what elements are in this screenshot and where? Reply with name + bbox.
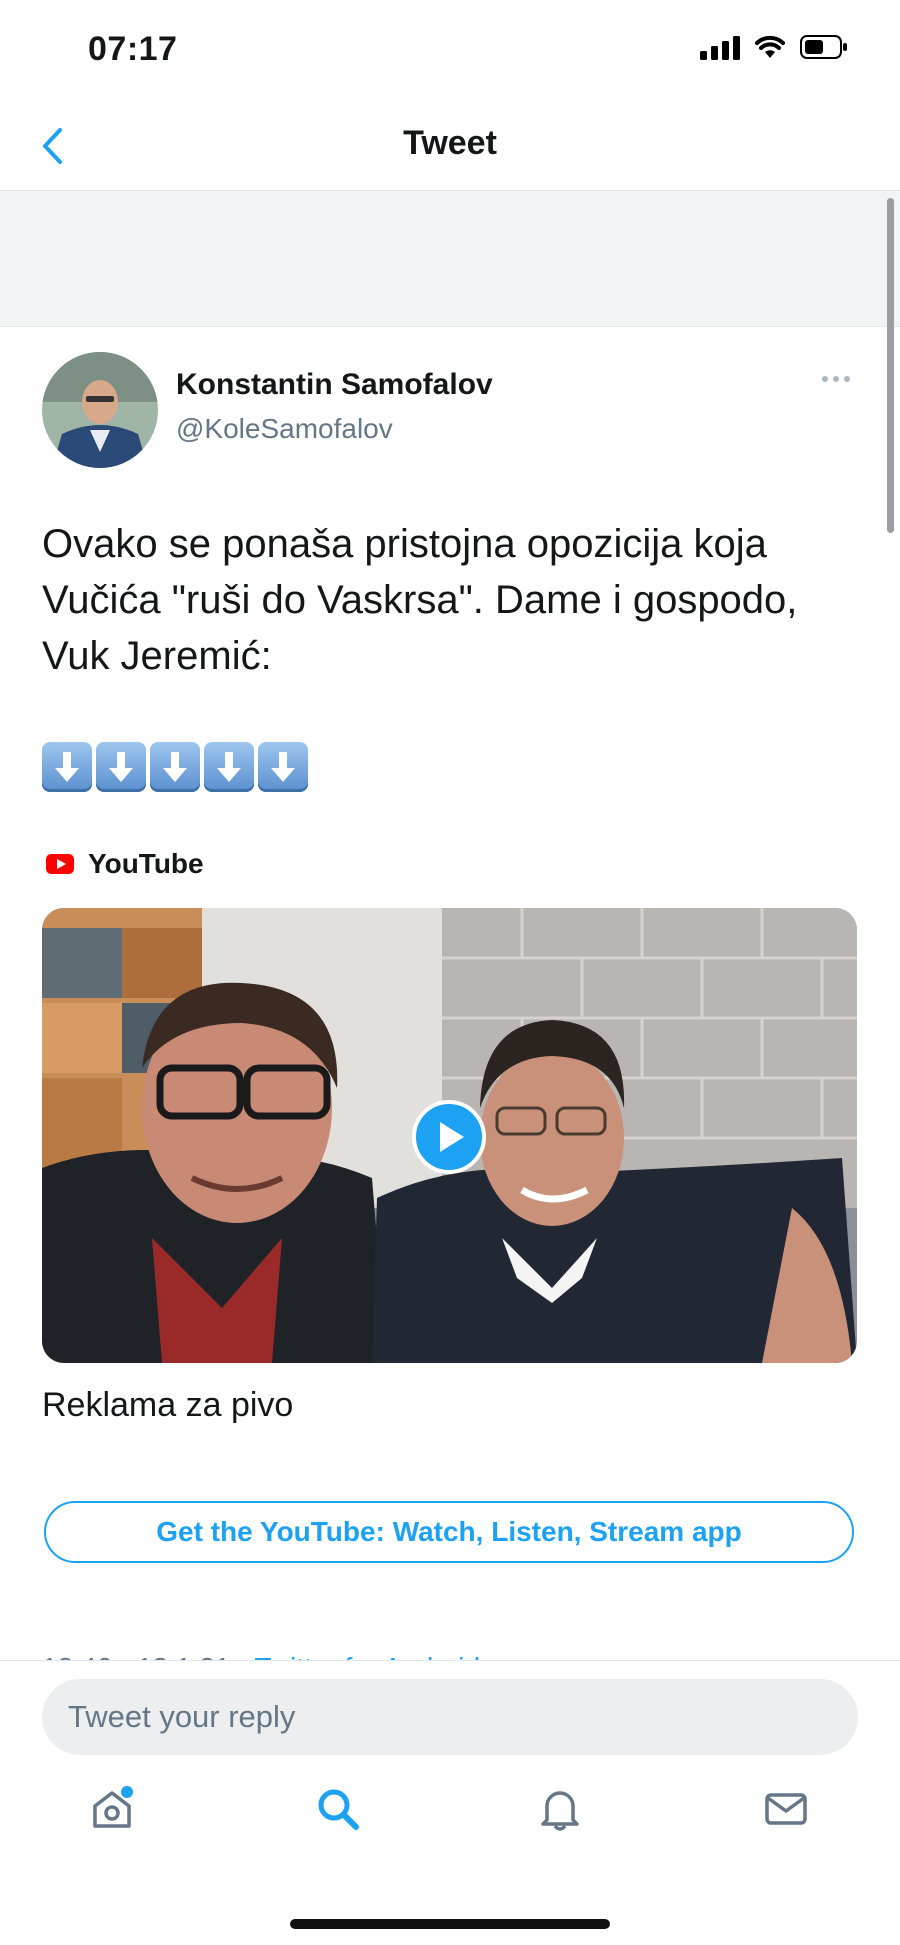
page-title: Tweet [403,124,497,162]
nav-bar: Tweet [0,100,900,191]
parent-tweet-placeholder [0,191,900,327]
status-bar: 07:17 [0,0,900,100]
home-indicator [290,1919,610,1929]
tab-messages[interactable] [756,1779,816,1839]
author-handle[interactable]: @KoleSamofalov [176,413,393,445]
emoji-row [42,742,308,792]
status-time: 07:17 [88,30,178,68]
home-icon [93,1786,133,1828]
source-label: YouTube [88,848,204,879]
mail-icon [765,1793,807,1825]
bell-icon [541,1791,579,1831]
get-app-button[interactable]: Get the YouTube: Watch, Listen, Stream a… [44,1501,854,1563]
search-icon [318,1789,359,1830]
tweet-text: Ovako se ponaša pristojna opozicija koja… [42,522,798,678]
down-arrow-emoji-icon [42,742,92,792]
play-button[interactable] [412,1100,486,1174]
wifi-icon [755,35,785,58]
down-arrow-emoji-icon [204,742,254,792]
down-arrow-emoji-icon [96,742,146,792]
more-options-icon[interactable] [822,376,850,382]
youtube-icon [46,854,74,874]
bottom-area [0,1660,900,1945]
tab-notifications[interactable] [530,1779,590,1839]
video-thumbnail[interactable] [42,908,857,1363]
tab-home[interactable] [82,1779,142,1839]
status-icons [700,34,848,60]
reply-input[interactable] [42,1679,858,1755]
avatar[interactable] [42,352,158,468]
signal-icon [700,34,740,60]
link-source: YouTube [46,848,204,880]
author-name[interactable]: Konstantin Samofalov [176,368,493,402]
scrollbar[interactable] [887,198,894,533]
battery-icon [800,35,847,59]
card-title[interactable]: Reklama za pivo [42,1386,293,1425]
down-arrow-emoji-icon [258,742,308,792]
tab-bar [0,1779,900,1869]
tab-search[interactable] [308,1779,368,1839]
down-arrow-emoji-icon [150,742,200,792]
